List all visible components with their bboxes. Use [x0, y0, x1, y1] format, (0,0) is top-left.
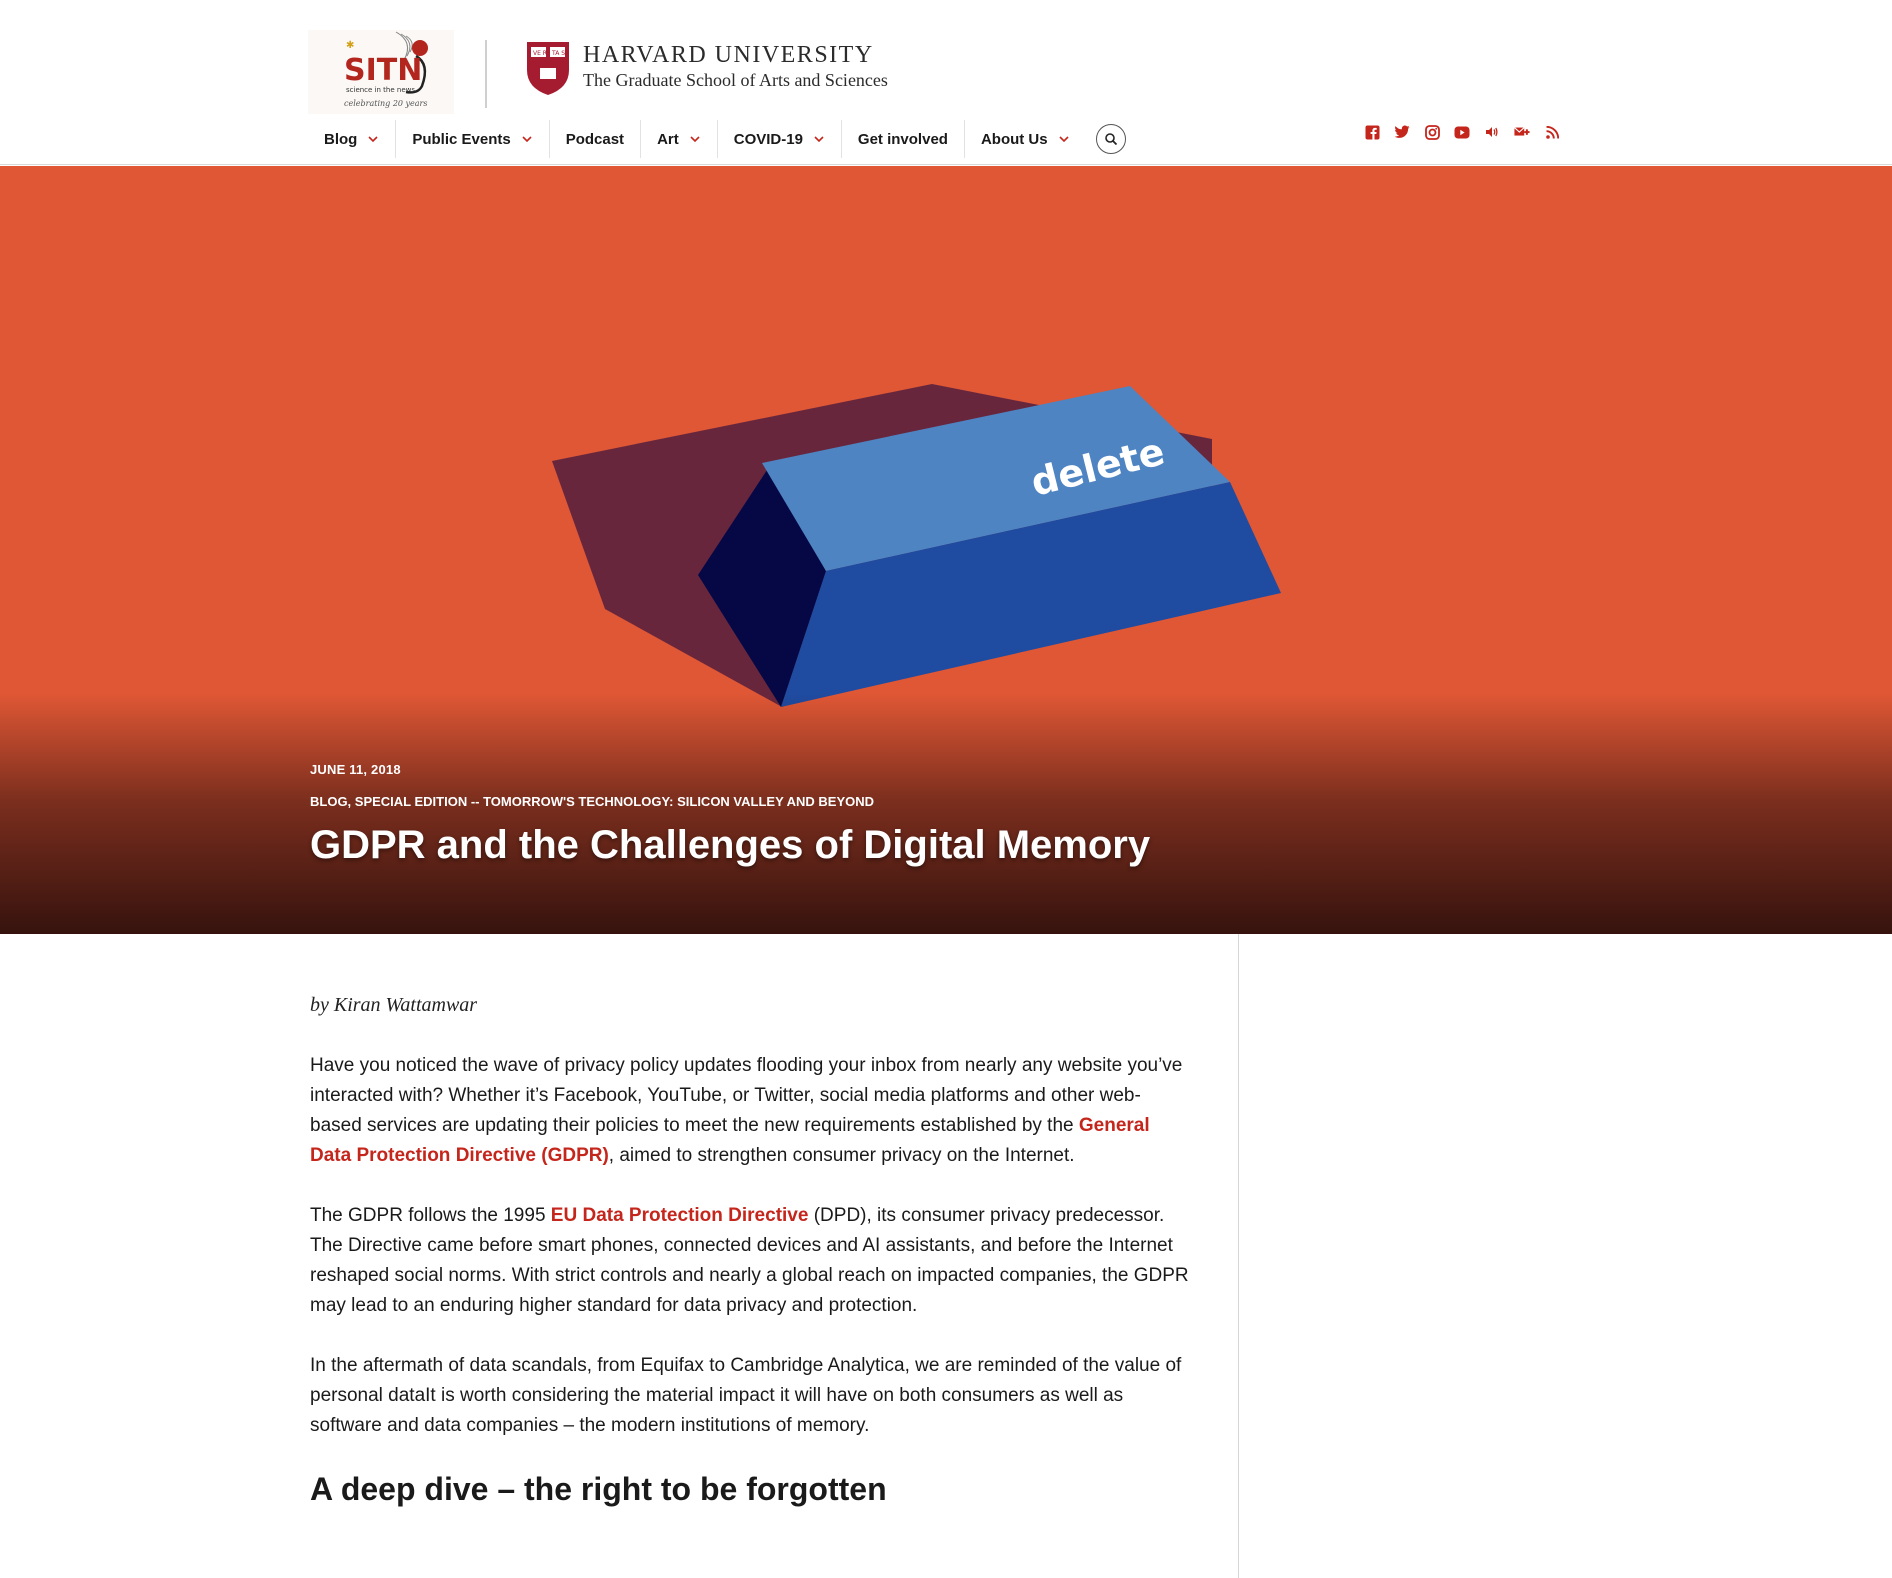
svg-text:VE RI: VE RI [533, 50, 549, 57]
nav-item-blog[interactable]: Blog [308, 120, 395, 158]
harvard-title: HARVARD UNIVERSITY [583, 42, 874, 68]
post-categories[interactable]: BLOG, SPECIAL EDITION -- TOMORROW'S TECH… [310, 794, 1150, 809]
chevron-down-icon [814, 136, 824, 143]
svg-text:TA S: TA S [551, 50, 565, 57]
twitter-icon[interactable] [1394, 124, 1410, 140]
svg-text:science in the news: science in the news [346, 86, 415, 94]
sitn-logo-text: SITN [344, 53, 422, 88]
svg-text:celebrating 20 years: celebrating 20 years [344, 99, 428, 108]
nav-item-label: COVID-19 [733, 130, 803, 148]
svg-text:✱: ✱ [346, 40, 354, 51]
sitn-logo[interactable]: ✱ SITN science in the news celebrating 2… [308, 30, 454, 114]
nav-item-get-involved[interactable]: Get involved [840, 120, 964, 158]
email-icon[interactable] [1514, 124, 1530, 140]
nav-item-label: Get involved [857, 130, 948, 148]
search-icon [1104, 133, 1117, 146]
nav-item-label: Podcast [565, 130, 625, 148]
sidebar-divider [1238, 934, 1239, 1578]
search-button[interactable] [1095, 124, 1126, 154]
chevron-down-icon [1059, 136, 1069, 143]
nav-item-podcast[interactable]: Podcast [548, 120, 640, 158]
hero-banner: delete JUNE 11, 2018 BLOG, SPECIAL EDITI… [0, 166, 1892, 934]
paragraph-2: The GDPR follows the 1995 EU Data Protec… [310, 1205, 1189, 1316]
site-header: ✱ SITN science in the news celebrating 2… [0, 0, 1892, 165]
post-title: GDPR and the Challenges of Digital Memor… [310, 823, 1151, 867]
podcast-icon[interactable] [1484, 124, 1500, 140]
paragraph-1: Have you noticed the wave of privacy pol… [310, 1055, 1183, 1166]
main-nav: Blog Public Events Podcast Art COVID-19 … [308, 120, 1126, 158]
nav-item-about-us[interactable]: About Us [963, 120, 1086, 158]
section-heading: A deep dive – the right to be forgotten [310, 1471, 887, 1507]
harvard-shield-icon: VE RI TA S [527, 42, 569, 95]
social-links [1364, 124, 1574, 140]
article-body: by Kiran Wattamwar Have you noticed the … [310, 994, 1190, 1508]
chevron-down-icon [690, 136, 700, 143]
nav-item-public-events[interactable]: Public Events [395, 120, 548, 158]
nav-item-label: About Us [980, 130, 1048, 148]
logo-divider [485, 40, 487, 108]
byline: by Kiran Wattamwar [310, 994, 478, 1016]
facebook-icon[interactable] [1364, 124, 1380, 140]
nav-item-covid-19[interactable]: COVID-19 [716, 120, 841, 158]
chevron-down-icon [368, 136, 378, 143]
chevron-down-icon [522, 136, 532, 143]
post-meta: JUNE 11, 2018 BLOG, SPECIAL EDITION -- T… [310, 762, 1150, 868]
youtube-icon[interactable] [1454, 124, 1470, 140]
nav-item-label: Public Events [412, 130, 511, 148]
nav-item-art[interactable]: Art [640, 120, 717, 158]
harvard-gsas-logo[interactable]: VE RI TA S HARVARD UNIVERSITY The Gradua… [525, 38, 905, 100]
instagram-icon[interactable] [1424, 124, 1440, 140]
nav-item-label: Art [657, 130, 679, 148]
post-date[interactable]: JUNE 11, 2018 [310, 762, 1150, 777]
nav-item-label: Blog [324, 130, 358, 148]
rss-icon[interactable] [1544, 124, 1560, 140]
harvard-subtitle: The Graduate School of Arts and Sciences [583, 70, 888, 90]
paragraph-3: In the aftermath of data scandals, from … [310, 1355, 1182, 1436]
eu-directive-link[interactable]: EU Data Protection Directive [551, 1205, 809, 1226]
